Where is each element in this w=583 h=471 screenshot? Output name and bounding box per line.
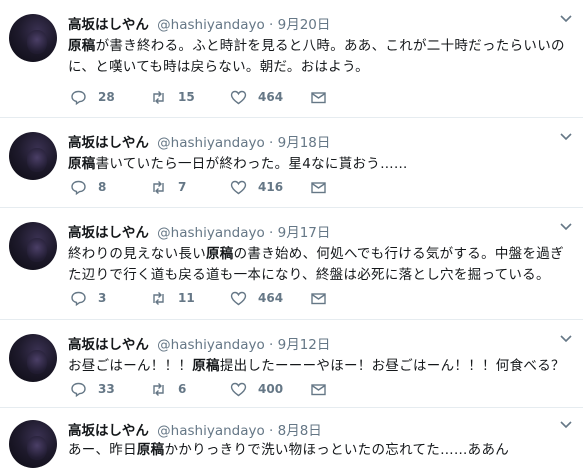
tweet-feed: 高坂はしやん @hashiyandayo · 9月20日 原稿が書き終わる。ふと… [0, 0, 583, 471]
reply-icon [71, 382, 86, 397]
tweet-header: 高坂はしやん @hashiyandayo · 9月17日 [68, 225, 331, 241]
tweet-header: 高坂はしやん @hashiyandayo · 8月8日 [68, 423, 322, 439]
author-handle[interactable]: @hashiyandayo [157, 135, 265, 151]
retweet-icon [153, 382, 164, 396]
like-count: 464 [258, 90, 284, 104]
chevron-down-icon[interactable] [559, 330, 573, 344]
retweet-button[interactable]: 7 [150, 179, 186, 196]
avatar[interactable] [9, 222, 57, 270]
tweet[interactable]: 高坂はしやん @hashiyandayo · 9月20日 原稿が書き終わる。ふと… [0, 0, 583, 118]
dm-button[interactable] [310, 179, 338, 196]
tweet[interactable]: 高坂はしやん @hashiyandayo · 9月17日 終わりの見えない長い原… [0, 208, 583, 320]
tweet-text: 終わりの見えない長い原稿の書き始め、何処へでも行ける気がする。中盤を過ぎた辺りで… [68, 246, 564, 283]
tweet-date[interactable]: 8月8日 [278, 423, 322, 439]
chevron-down-icon[interactable] [559, 10, 573, 24]
author-name[interactable]: 高坂はしやん [68, 225, 149, 241]
reply-count: 3 [98, 291, 107, 305]
keyword-highlight: 原稿 [68, 156, 96, 172]
chevron-down-icon[interactable] [559, 416, 573, 430]
keyword-highlight: 原稿 [136, 442, 165, 458]
keyword-highlight: 原稿 [68, 38, 96, 54]
like-button[interactable]: 400 [230, 381, 283, 398]
tweet-header: 高坂はしやん @hashiyandayo · 9月20日 [68, 17, 331, 33]
chevron-down-icon[interactable] [559, 218, 573, 232]
tweet-text: お昼ごはーん！！！原稿提出したーーーやほー！お昼ごはーん！！！何食べる？ [68, 358, 565, 374]
retweet-icon [153, 291, 164, 305]
author-name[interactable]: 高坂はしやん [68, 337, 149, 353]
retweet-icon [153, 90, 164, 104]
retweet-button[interactable]: 15 [150, 89, 195, 106]
like-icon [230, 382, 247, 396]
reply-icon [71, 90, 86, 105]
reply-icon [71, 291, 86, 306]
like-button[interactable]: 464 [230, 290, 283, 307]
retweet-icon [153, 180, 164, 194]
dm-button[interactable] [310, 290, 338, 307]
retweet-count: 15 [178, 90, 195, 104]
reply-button[interactable]: 33 [70, 381, 115, 398]
author-name[interactable]: 高坂はしやん [68, 423, 149, 439]
dm-button[interactable] [310, 89, 338, 106]
tweet-date[interactable]: 9月12日 [278, 337, 331, 353]
author-name[interactable]: 高坂はしやん [68, 135, 149, 151]
dm-icon [311, 383, 326, 395]
tweet-text: あー、昨日原稿かかりっきりで洗い物ほっといたの忘れてた……ああん [68, 442, 510, 458]
avatar[interactable] [9, 420, 57, 468]
tweet-text: 原稿が書き終わる。ふと時計を見ると八時。ああ、これが二十時だったらいいのに、と嘆… [68, 38, 565, 75]
dm-icon [311, 292, 326, 304]
reply-button[interactable]: 3 [70, 290, 106, 307]
reply-count: 8 [98, 180, 107, 194]
avatar[interactable] [9, 132, 57, 180]
like-icon [230, 90, 247, 104]
tweet-text: 原稿書いていたら一日が終わった。星4なに貰おう…… [68, 156, 408, 172]
like-button[interactable]: 416 [230, 179, 283, 196]
like-count: 400 [258, 382, 284, 396]
tweet[interactable]: 高坂はしやん @hashiyandayo · 8月8日 あー、昨日原稿かかりっき… [0, 408, 583, 471]
retweet-count: 6 [178, 382, 187, 396]
tweet-date[interactable]: 9月17日 [278, 225, 331, 241]
reply-icon [71, 180, 86, 195]
author-handle[interactable]: @hashiyandayo [157, 225, 265, 241]
chevron-down-icon[interactable] [559, 128, 573, 142]
tweet-date[interactable]: 9月18日 [278, 135, 331, 151]
tweet[interactable]: 高坂はしやん @hashiyandayo · 9月18日 原稿書いていたら一日が… [0, 118, 583, 208]
keyword-highlight: 原稿 [206, 246, 234, 262]
like-button[interactable]: 464 [230, 89, 283, 106]
tweet-header: 高坂はしやん @hashiyandayo · 9月18日 [68, 135, 331, 151]
dm-button[interactable] [310, 381, 338, 398]
reply-count: 33 [98, 382, 115, 396]
like-count: 416 [258, 180, 284, 194]
tweet-date[interactable]: 9月20日 [278, 17, 331, 33]
retweet-count: 7 [178, 180, 187, 194]
tweet[interactable]: 高坂はしやん @hashiyandayo · 9月12日 お昼ごはーん！！！原稿… [0, 320, 583, 408]
keyword-highlight: 原稿 [192, 358, 220, 374]
like-icon [230, 291, 247, 305]
retweet-button[interactable]: 6 [150, 381, 186, 398]
author-handle[interactable]: @hashiyandayo [157, 17, 265, 33]
reply-button[interactable]: 28 [70, 89, 115, 106]
avatar[interactable] [9, 14, 57, 62]
avatar[interactable] [9, 334, 57, 382]
reply-count: 28 [98, 90, 115, 104]
author-handle[interactable]: @hashiyandayo [157, 423, 265, 439]
retweet-count: 11 [178, 291, 195, 305]
retweet-button[interactable]: 11 [150, 290, 195, 307]
reply-button[interactable]: 8 [70, 179, 106, 196]
like-count: 464 [258, 291, 284, 305]
dm-icon [311, 91, 326, 103]
like-icon [230, 180, 247, 194]
dm-icon [311, 181, 326, 193]
tweet-header: 高坂はしやん @hashiyandayo · 9月12日 [68, 337, 331, 353]
author-name[interactable]: 高坂はしやん [68, 17, 149, 33]
author-handle[interactable]: @hashiyandayo [157, 337, 265, 353]
